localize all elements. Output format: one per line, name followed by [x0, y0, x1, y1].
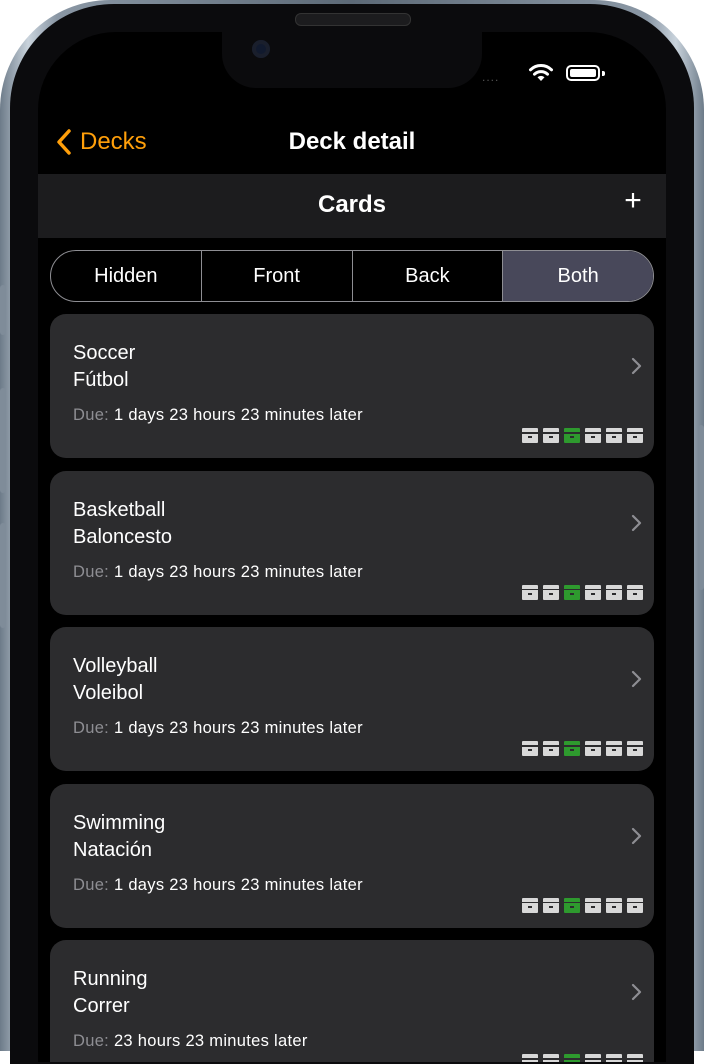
due-value: 1 days 23 hours 23 minutes later: [113, 875, 363, 894]
box-icon: [543, 741, 559, 756]
card-row[interactable]: Soccer Fútbol Due: 1 days 23 hours 23 minu…: [50, 314, 654, 458]
navigation-bar: Decks Deck detail: [38, 112, 666, 172]
due-label: Due:: [73, 562, 110, 581]
box-icon-active: [564, 1054, 580, 1062]
leitner-box-indicator: [522, 741, 643, 756]
segment-front[interactable]: Front: [202, 251, 353, 301]
card-due: Due: 1 days 23 hours 23 minutes later: [73, 719, 363, 738]
section-header: Cards +: [38, 174, 666, 238]
card-back-text: Baloncesto: [73, 525, 172, 548]
card-front-text: Basketball: [73, 498, 166, 521]
battery-icon: [566, 65, 600, 81]
box-icon-active: [564, 428, 580, 443]
box-icon: [585, 741, 601, 756]
cellular-signal-icon: ....: [482, 70, 500, 84]
battery-tip: [602, 71, 605, 76]
box-icon-active: [564, 897, 580, 913]
chevron-right-icon: [631, 514, 642, 531]
box-icon: [627, 584, 643, 600]
box-icon: [627, 741, 643, 756]
chevron-right-icon: [631, 827, 642, 844]
card-back-text: Natación: [73, 838, 152, 861]
front-camera: [252, 40, 270, 58]
box-icon: [627, 1054, 643, 1062]
leitner-box-indicator: [522, 584, 643, 600]
due-value: 1 days 23 hours 23 minutes later: [113, 719, 363, 737]
box-icon: [585, 897, 601, 913]
volume-up-button: [0, 388, 6, 493]
card-back-text: Voleibol: [73, 682, 144, 704]
box-icon: [543, 428, 559, 443]
box-icon: [522, 584, 538, 600]
notch: [222, 32, 482, 88]
box-icon: [585, 584, 601, 600]
box-icon: [585, 428, 601, 443]
box-icon: [606, 428, 622, 443]
add-card-button[interactable]: +: [618, 186, 648, 216]
box-icon: [627, 897, 643, 913]
leitner-box-indicator: [522, 428, 643, 443]
box-icon: [543, 897, 559, 913]
segment-back[interactable]: Back: [353, 251, 504, 301]
segment-both[interactable]: Both: [503, 251, 653, 301]
card-row[interactable]: Swimming Natación Due: 1 days 23 hours 23 …: [50, 783, 654, 928]
card-back-text: Fútbol: [73, 369, 129, 391]
card-row[interactable]: Basketball Baloncesto Due: 1 days 23 hours…: [50, 470, 654, 615]
wifi-icon: [529, 64, 553, 81]
due-value: 23 hours 23 minutes later: [113, 1032, 308, 1050]
chevron-right-icon: [631, 983, 642, 1001]
box-icon: [522, 741, 538, 756]
page-title: Deck detail: [288, 128, 416, 155]
box-icon: [627, 428, 643, 443]
box-icon: [543, 1054, 559, 1062]
due-label: Due:: [73, 875, 110, 894]
due-label: Due:: [73, 406, 110, 424]
box-icon: [606, 741, 622, 756]
due-value: 1 days 23 hours 23 minutes later: [113, 406, 363, 424]
card-due: Due: 1 days 23 hours 23 minutes later: [73, 563, 363, 582]
volume-down-button: [0, 523, 6, 628]
section-title: Cards: [317, 191, 387, 218]
card-due: Due: 1 days 23 hours 23 minutes later: [73, 876, 363, 895]
box-icon: [522, 897, 538, 913]
chevron-right-icon: [631, 670, 642, 688]
due-label: Due:: [73, 719, 110, 737]
card-front-text: Volleyball: [73, 655, 158, 677]
due-label: Due:: [73, 1032, 110, 1050]
box-icon-active: [564, 584, 580, 600]
silent-switch: [0, 285, 6, 335]
card-due: Due: 23 hours 23 minutes later: [73, 1032, 308, 1051]
speaker-grille: [295, 13, 411, 26]
card-row[interactable]: Volleyball Voleibol Due: 1 days 23 hours 2…: [50, 627, 654, 771]
display-mode-segmented-control: Hidden Front Back Both: [50, 250, 654, 302]
screen: .... Decks Deck detail Cards + Hidden Fr…: [38, 32, 666, 1062]
card-front-text: Running: [73, 968, 148, 990]
leitner-box-indicator: [522, 1054, 643, 1062]
box-icon: [522, 1054, 538, 1062]
chevron-right-icon: [631, 357, 642, 375]
card-due: Due: 1 days 23 hours 23 minutes later: [73, 406, 363, 425]
box-icon: [522, 428, 538, 443]
box-icon: [606, 1054, 622, 1062]
box-icon: [585, 1054, 601, 1062]
card-back-text: Correr: [73, 995, 130, 1017]
card-row[interactable]: Running Correr Due: 23 hours 23 minutes la…: [50, 940, 654, 1062]
segment-hidden[interactable]: Hidden: [51, 251, 202, 301]
card-front-text: Swimming: [73, 811, 166, 834]
leitner-box-indicator: [522, 897, 643, 913]
box-icon: [606, 584, 622, 600]
card-front-text: Soccer: [73, 342, 136, 364]
due-value: 1 days 23 hours 23 minutes later: [113, 562, 363, 581]
box-icon-active: [564, 741, 580, 756]
box-icon: [543, 584, 559, 600]
box-icon: [606, 897, 622, 913]
power-button: [698, 425, 704, 590]
